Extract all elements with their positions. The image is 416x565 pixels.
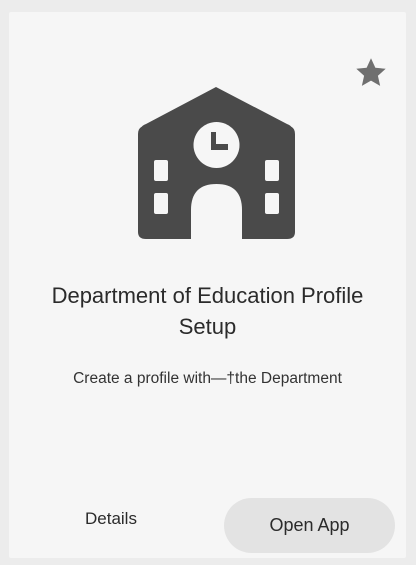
favorite-button[interactable] bbox=[350, 52, 392, 94]
app-title: Department of Education Profile Setup bbox=[51, 283, 364, 339]
app-description: Create a profile with—†the Department bbox=[73, 370, 342, 387]
open-app-button[interactable]: Open App bbox=[224, 498, 395, 553]
details-link[interactable]: Details bbox=[85, 509, 137, 529]
school-building-icon bbox=[120, 74, 313, 239]
app-card: Department of Education Profile Setup Cr… bbox=[9, 12, 406, 558]
star-icon bbox=[356, 58, 386, 86]
